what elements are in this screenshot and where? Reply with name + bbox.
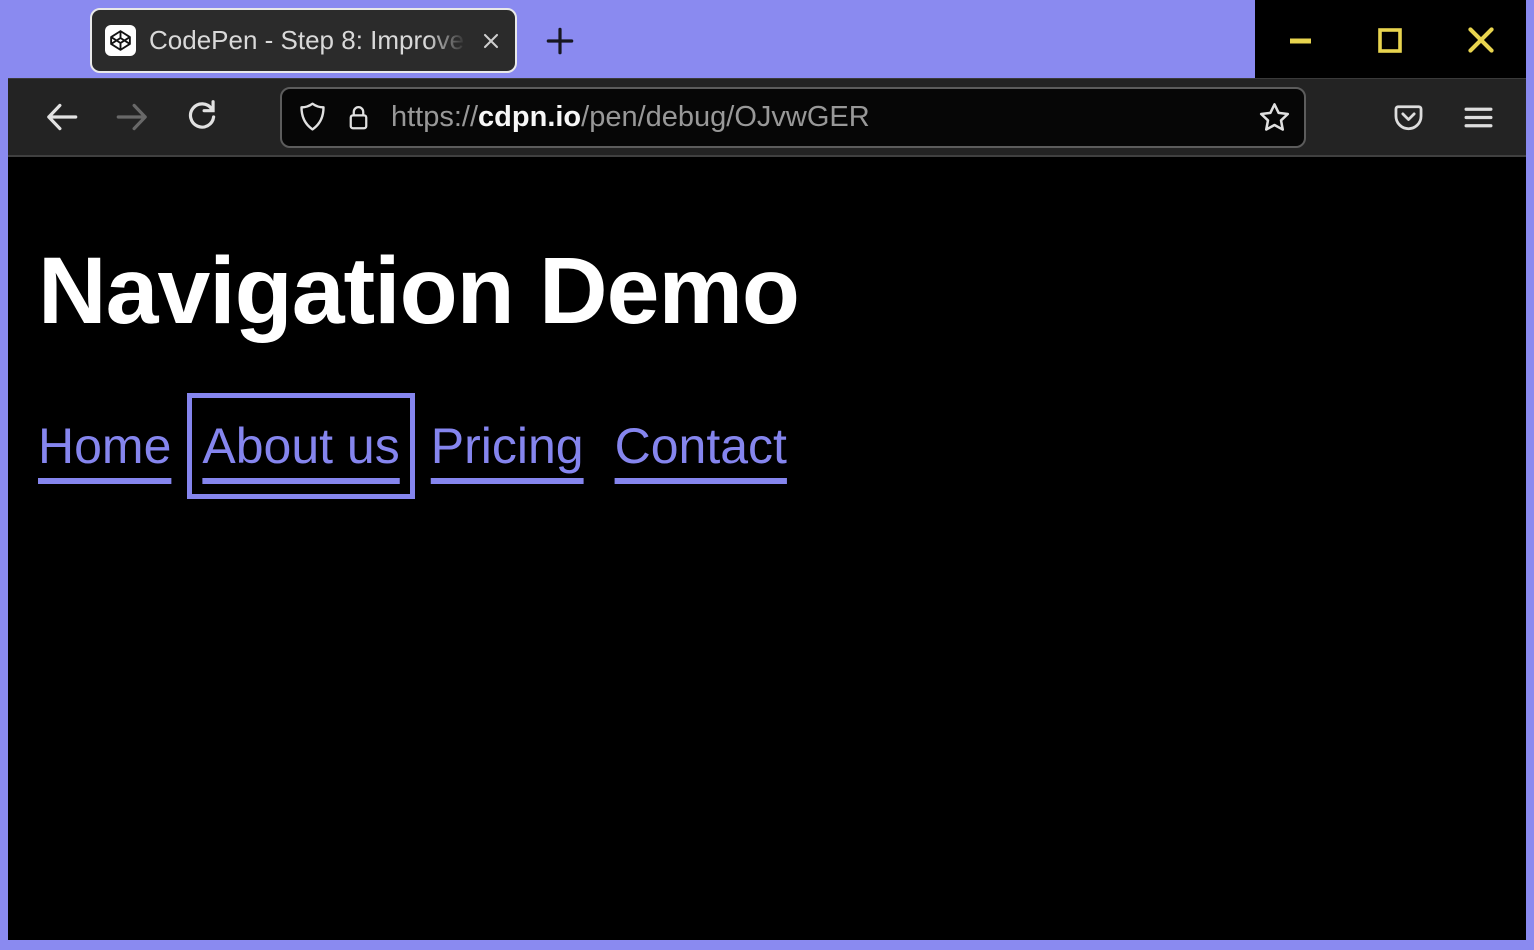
maximize-button[interactable] bbox=[1345, 0, 1435, 80]
reload-button[interactable] bbox=[180, 95, 224, 139]
reload-icon bbox=[183, 98, 221, 136]
new-tab-button[interactable] bbox=[540, 21, 580, 61]
nav-link-contact[interactable]: Contact bbox=[615, 408, 787, 484]
close-x-icon bbox=[1462, 21, 1500, 59]
tab-close-icon[interactable] bbox=[479, 29, 503, 53]
back-arrow-icon bbox=[43, 98, 81, 136]
minimize-button[interactable] bbox=[1255, 0, 1345, 80]
shield-icon bbox=[296, 99, 329, 135]
url-bar[interactable]: https://cdpn.io/pen/debug/OJvwGER bbox=[280, 87, 1306, 148]
nav-link-pricing[interactable]: Pricing bbox=[431, 408, 584, 484]
window-controls bbox=[1255, 0, 1526, 80]
minimize-dash-icon bbox=[1282, 22, 1318, 58]
lock-icon-glyph bbox=[343, 100, 374, 135]
nav-link-home[interactable]: Home bbox=[38, 408, 171, 484]
pocket-button[interactable] bbox=[1386, 95, 1430, 139]
tab-title: CodePen - Step 8: Improve focu bbox=[149, 25, 473, 56]
app-menu-button[interactable] bbox=[1456, 95, 1500, 139]
bookmark-star-icon[interactable] bbox=[1257, 100, 1292, 135]
navigation-toolbar: https://cdpn.io/pen/debug/OJvwGER bbox=[8, 78, 1526, 157]
nav-link-about-us[interactable]: About us bbox=[202, 408, 399, 484]
page-title: Navigation Demo bbox=[38, 237, 1526, 346]
page-content: Navigation Demo Home About us Pricing Co… bbox=[8, 157, 1526, 940]
browser-tab[interactable]: CodePen - Step 8: Improve focu bbox=[90, 8, 517, 73]
url-domain: cdpn.io bbox=[478, 101, 581, 133]
url-path: /pen/debug/OJvwGER bbox=[581, 101, 870, 133]
codepen-favicon-icon bbox=[105, 25, 136, 56]
pocket-icon bbox=[1390, 99, 1427, 136]
url-display[interactable]: https://cdpn.io/pen/debug/OJvwGER bbox=[391, 101, 1249, 134]
forward-arrow-icon bbox=[113, 98, 151, 136]
tracking-protection-button[interactable] bbox=[296, 99, 329, 135]
close-window-button[interactable] bbox=[1436, 0, 1526, 80]
forward-button[interactable] bbox=[110, 95, 154, 139]
maximize-square-icon bbox=[1372, 22, 1408, 58]
hamburger-icon bbox=[1460, 99, 1497, 136]
main-nav: Home About us Pricing Contact bbox=[38, 408, 1526, 484]
tab-bar: CodePen - Step 8: Improve focu bbox=[0, 0, 1534, 78]
lock-icon bbox=[343, 100, 374, 135]
url-scheme: https:// bbox=[391, 101, 478, 133]
browser-window: CodePen - Step 8: Improve focu bbox=[0, 0, 1534, 950]
back-button[interactable] bbox=[40, 95, 84, 139]
